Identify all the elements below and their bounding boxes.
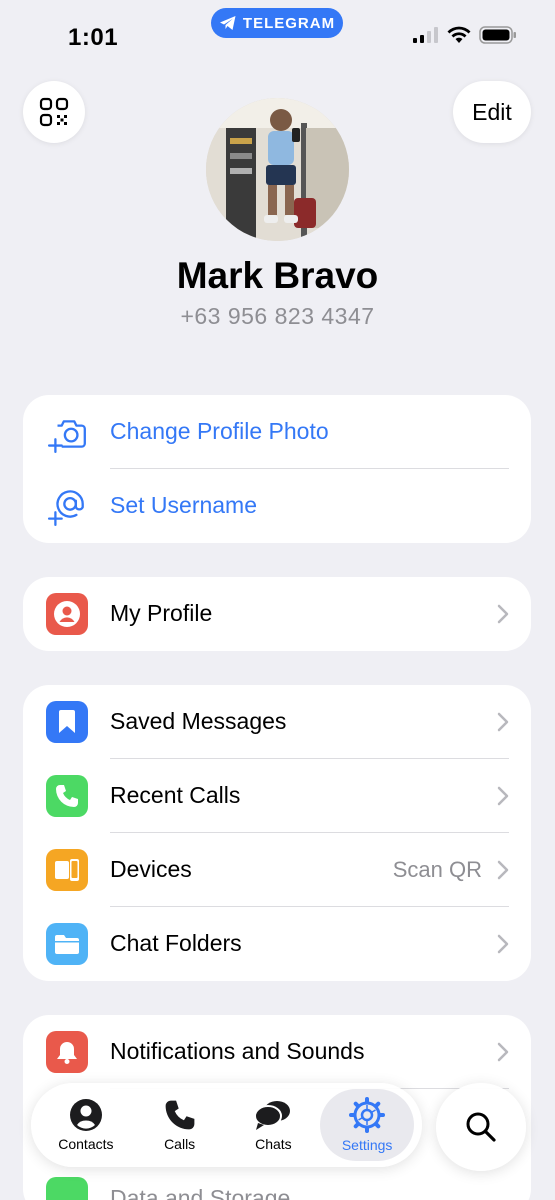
- return-to-app-pill[interactable]: TELEGRAM: [211, 8, 343, 38]
- set-username-label: Set Username: [110, 492, 258, 518]
- tab-chats-label: Chats: [255, 1136, 292, 1152]
- folder-icon: [46, 923, 88, 965]
- set-username-row[interactable]: Set Username: [23, 469, 531, 543]
- bookmark-icon: [46, 701, 88, 743]
- chevron-right-icon: [497, 712, 509, 732]
- at-sign-icon: [47, 490, 84, 527]
- saved-messages-label: Saved Messages: [110, 708, 287, 734]
- profile-name: Mark Bravo: [176, 255, 379, 296]
- saved-messages-row[interactable]: Saved Messages: [23, 685, 531, 759]
- battery-icon: [479, 26, 516, 44]
- tab-chats[interactable]: Chats: [227, 1089, 321, 1161]
- qr-code-button[interactable]: [23, 81, 85, 143]
- app-pill-label: TELEGRAM: [242, 14, 336, 32]
- tab-settings[interactable]: Settings: [320, 1089, 414, 1161]
- edit-button[interactable]: Edit: [453, 81, 531, 143]
- phone-icon: [165, 1100, 195, 1130]
- phone-icon: [46, 775, 88, 817]
- chevron-right-icon: [497, 934, 509, 954]
- storage-icon: [46, 1177, 88, 1200]
- main-settings-group: Saved Messages Recent Calls Devices Scan…: [23, 685, 531, 981]
- scan-qr-value: Scan QR: [392, 857, 482, 882]
- change-profile-photo-label: Change Profile Photo: [110, 418, 329, 444]
- profile-group: My Profile: [23, 577, 531, 651]
- search-button[interactable]: [436, 1083, 526, 1171]
- chat-folders-row[interactable]: Chat Folders: [23, 907, 531, 981]
- chat-bubbles-icon: [254, 1101, 291, 1130]
- wifi-icon: [447, 26, 471, 43]
- status-time: 1:01: [68, 24, 119, 51]
- tab-calls-label: Calls: [164, 1136, 196, 1152]
- tab-settings-label: Settings: [341, 1137, 393, 1153]
- person-icon: [46, 593, 88, 635]
- tab-calls[interactable]: Calls: [133, 1089, 227, 1161]
- tab-bar: Contacts Calls Chats Settings: [31, 1083, 422, 1167]
- cellular-signal-icon: [413, 27, 438, 43]
- avatar-photo: [206, 98, 349, 241]
- data-storage-row[interactable]: Data and Storage: [23, 1163, 531, 1200]
- search-icon: [466, 1112, 496, 1142]
- recent-calls-row[interactable]: Recent Calls: [23, 759, 531, 833]
- gear-icon: [349, 1097, 386, 1133]
- chevron-right-icon: [497, 604, 509, 624]
- chevron-right-icon: [497, 786, 509, 806]
- my-profile-row[interactable]: My Profile: [23, 577, 531, 651]
- account-actions-group: Change Profile Photo Set Username: [23, 395, 531, 543]
- telegram-icon: [219, 16, 236, 30]
- devices-row[interactable]: Devices Scan QR: [23, 833, 531, 907]
- chat-folders-label: Chat Folders: [110, 930, 242, 956]
- profile-phone: +63 956 823 4347: [180, 303, 375, 329]
- tab-contacts-label: Contacts: [58, 1136, 114, 1152]
- status-bar: 1:01 TELEGRAM: [0, 0, 555, 70]
- chevron-right-icon: [497, 1042, 509, 1062]
- devices-icon: [46, 849, 88, 891]
- change-profile-photo-row[interactable]: Change Profile Photo: [23, 395, 531, 469]
- qr-code-icon: [39, 97, 69, 127]
- bell-icon: [46, 1031, 88, 1073]
- notifications-row[interactable]: Notifications and Sounds: [23, 1015, 531, 1089]
- profile-avatar[interactable]: [206, 98, 349, 241]
- data-storage-label: Data and Storage: [110, 1185, 291, 1200]
- devices-label: Devices: [110, 856, 192, 882]
- notifications-label: Notifications and Sounds: [110, 1038, 365, 1064]
- tab-contacts[interactable]: Contacts: [39, 1089, 133, 1161]
- camera-add-icon: [47, 420, 86, 454]
- my-profile-label: My Profile: [110, 600, 213, 626]
- chevron-right-icon: [497, 860, 509, 880]
- recent-calls-label: Recent Calls: [110, 782, 241, 808]
- status-icons: [413, 26, 517, 44]
- person-circle-icon: [69, 1099, 102, 1131]
